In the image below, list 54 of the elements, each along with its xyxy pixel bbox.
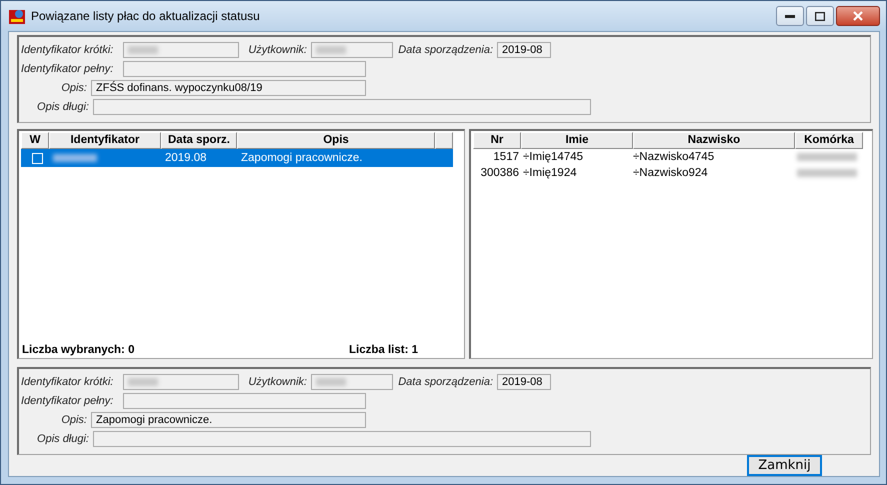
- column-header[interactable]: Nr: [473, 132, 521, 149]
- table-cell: 2019.08: [165, 152, 207, 164]
- field-label: Identyfikator pełny:: [21, 394, 114, 406]
- text-field[interactable]: [123, 60, 366, 76]
- list-count: Liczba list: 1: [348, 344, 418, 356]
- window-title: Powiązane listy płac do aktualizacji statusu: [31, 9, 261, 23]
- column-header[interactable]: Identyfikator: [49, 132, 161, 149]
- long-description-field[interactable]: [93, 430, 591, 446]
- field-label: Identyfikator krótki:: [21, 376, 114, 388]
- checkbox[interactable]: [32, 152, 42, 164]
- field-label: Identyfikator krótki:: [21, 44, 114, 56]
- description-field[interactable]: ZFŚS dofinans. wypoczynku08/19: [91, 80, 366, 96]
- date-field[interactable]: 2019-08: [497, 42, 551, 58]
- column-header[interactable]: Opis: [237, 132, 435, 149]
- table-cell: 300386: [480, 167, 519, 179]
- column-header[interactable]: Komórka: [795, 132, 863, 149]
- field-label: Data sporządzenia:: [397, 44, 494, 56]
- table-cell: ÷Nazwisko4745: [633, 151, 714, 163]
- field-label: Opis:: [60, 414, 88, 426]
- table-cell: 1517: [493, 151, 519, 163]
- table-cell: ÷Imię14745: [523, 151, 584, 163]
- column-header[interactable]: W: [21, 132, 49, 149]
- field-label: Identyfikator pełny:: [21, 62, 114, 74]
- app-logo-icon: [9, 8, 25, 24]
- text-field[interactable]: [123, 392, 366, 408]
- table-cell: ÷Imię1924: [523, 167, 577, 179]
- close-icon: [853, 11, 863, 21]
- maximize-icon: [815, 12, 825, 20]
- minimize-icon: [785, 14, 795, 18]
- table-cell: ÷Nazwisko924: [633, 167, 708, 179]
- close-dialog-button[interactable]: Zamknij: [747, 455, 822, 476]
- column-header[interactable]: Imie: [521, 132, 633, 149]
- field-label: Data sporządzenia:: [397, 376, 494, 388]
- text-field[interactable]: [311, 374, 393, 390]
- field-label: Użytkownik:: [247, 44, 308, 56]
- field-label: Opis długi:: [36, 432, 90, 444]
- field-label: Użytkownik:: [247, 376, 308, 388]
- description-field[interactable]: Zapomogi pracownicze.: [91, 412, 366, 428]
- minimize-button[interactable]: [776, 6, 804, 26]
- text-field[interactable]: [123, 374, 239, 390]
- selected-count: Liczba wybranych: 0: [22, 344, 134, 356]
- text-field[interactable]: [123, 42, 239, 58]
- long-description-field[interactable]: [93, 98, 591, 114]
- date-field[interactable]: 2019-08: [497, 374, 551, 390]
- maximize-button[interactable]: [806, 6, 834, 26]
- field-label: Opis:: [60, 82, 88, 94]
- column-header[interactable]: Data sporz.: [161, 132, 237, 149]
- column-header[interactable]: [435, 132, 453, 149]
- column-header[interactable]: Nazwisko: [633, 132, 795, 149]
- field-label: Opis długi:: [36, 100, 90, 112]
- table-row[interactable]: 2019.08 Zapomogi pracownicze.: [21, 149, 453, 167]
- close-button[interactable]: [836, 6, 880, 26]
- table-cell: Zapomogi pracownicze.: [241, 152, 362, 164]
- text-field[interactable]: [311, 42, 393, 58]
